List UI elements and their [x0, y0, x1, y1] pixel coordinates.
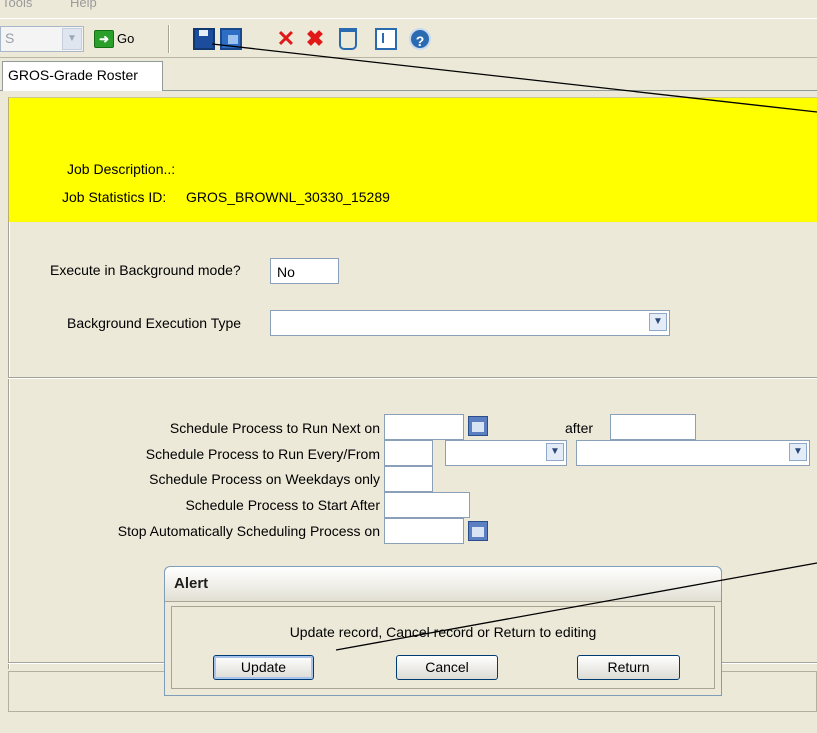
save-icon[interactable]: [193, 28, 215, 50]
start-after-field[interactable]: [384, 492, 470, 518]
go-button[interactable]: ➜ Go: [94, 29, 142, 51]
run-every-from-select[interactable]: ▼: [576, 440, 810, 466]
after-label: after: [565, 420, 594, 436]
job-info-header: Job Description..: Job Statistics ID: GR…: [8, 97, 817, 222]
job-stats-label: Job Statistics ID:: [62, 189, 167, 205]
execute-background-label: Execute in Background mode?: [50, 262, 241, 278]
toolbar-separator: [168, 25, 170, 53]
form-selector-value: S: [5, 30, 15, 46]
menu-help[interactable]: Help: [70, 0, 97, 10]
go-label: Go: [117, 31, 135, 46]
tab-grade-roster[interactable]: GROS-Grade Roster: [2, 61, 163, 91]
cancel-button[interactable]: Cancel: [396, 655, 498, 680]
chevron-down-icon[interactable]: ▼: [546, 443, 564, 461]
weekdays-label: Schedule Process on Weekdays only: [149, 471, 380, 487]
alert-message: Update record, Cancel record or Return t…: [289, 624, 597, 640]
delete-icon[interactable]: ✕: [275, 28, 297, 50]
save-and-new-icon[interactable]: [220, 28, 242, 50]
menu-bar: Tools Help: [0, 0, 817, 18]
run-next-date-field[interactable]: [384, 414, 464, 440]
chevron-down-icon[interactable]: ▼: [62, 28, 82, 50]
job-description-label: Job Description..:: [67, 161, 176, 177]
return-button[interactable]: Return: [577, 655, 680, 680]
run-every-number-field[interactable]: [384, 440, 433, 466]
form-selector-combo[interactable]: S ▼: [0, 26, 84, 52]
chevron-down-icon[interactable]: ▼: [649, 313, 667, 331]
start-after-label: Schedule Process to Start After: [185, 497, 380, 513]
weekdays-field[interactable]: [384, 466, 433, 492]
menu-tools[interactable]: Tools: [2, 0, 32, 10]
calendar-icon[interactable]: [468, 416, 488, 436]
section-divider: [8, 377, 817, 379]
chevron-down-icon[interactable]: ▼: [789, 443, 807, 461]
execute-background-field[interactable]: No: [270, 258, 339, 284]
clear-icon[interactable]: [339, 28, 357, 50]
help-icon[interactable]: ?: [409, 28, 431, 50]
alert-title: Alert: [174, 575, 209, 592]
execution-type-select[interactable]: ▼: [270, 310, 670, 336]
execution-type-label: Background Execution Type: [67, 315, 242, 331]
tab-label: GROS-Grade Roster: [8, 67, 138, 83]
toolbar: S ▼ ➜ Go ✕ ✖ ?: [0, 18, 817, 58]
go-arrow-icon: ➜: [94, 30, 114, 48]
calendar-icon[interactable]: [468, 521, 488, 541]
stop-scheduling-label: Stop Automatically Scheduling Process on: [117, 523, 380, 539]
form-view-icon[interactable]: [375, 28, 397, 50]
job-stats-value: GROS_BROWNL_30330_15289: [186, 189, 390, 205]
run-next-time-field[interactable]: [610, 414, 696, 440]
run-next-label: Schedule Process to Run Next on: [169, 420, 380, 436]
stop-scheduling-date-field[interactable]: [384, 518, 464, 544]
delete-all-icon[interactable]: ✖: [304, 28, 326, 50]
execute-background-value: No: [277, 264, 295, 280]
run-every-label: Schedule Process to Run Every/From: [145, 446, 380, 462]
update-button[interactable]: Update: [213, 655, 314, 680]
run-every-unit-select[interactable]: ▼: [445, 440, 567, 466]
alert-title-bar: Alert: [165, 567, 721, 602]
alert-dialog: Alert Update record, Cancel record or Re…: [164, 566, 722, 696]
